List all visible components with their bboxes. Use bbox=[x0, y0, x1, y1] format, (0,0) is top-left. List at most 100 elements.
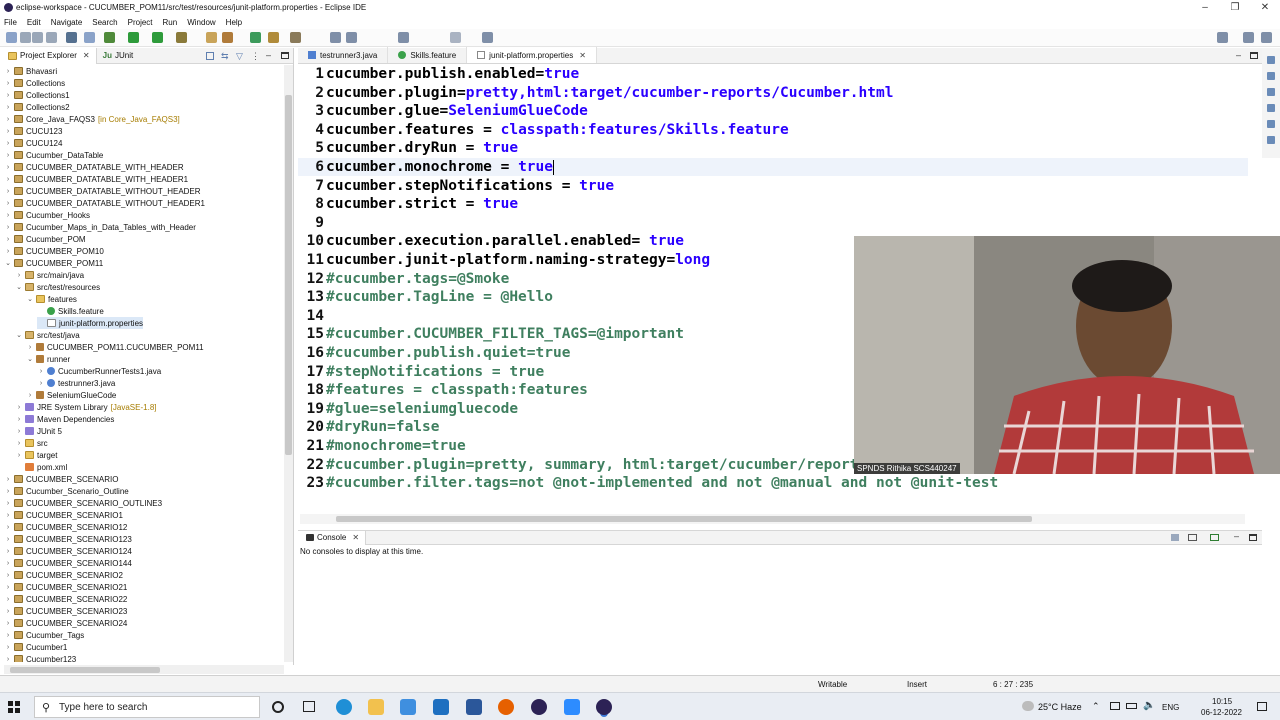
editor-tab[interactable]: testrunner3.java bbox=[298, 47, 389, 63]
editor-tab[interactable]: Skills.feature bbox=[388, 47, 468, 63]
declaration-icon[interactable] bbox=[1267, 120, 1275, 128]
run-icon[interactable] bbox=[128, 32, 139, 43]
debug-icon[interactable] bbox=[104, 32, 115, 43]
collapsed-arrow-icon[interactable]: › bbox=[4, 116, 12, 123]
code-line[interactable]: 3 cucumber.glue=SeleniumGlueCode bbox=[298, 102, 1248, 120]
collapsed-arrow-icon[interactable]: › bbox=[4, 248, 12, 255]
minimize-view-icon[interactable]: – bbox=[266, 50, 271, 60]
tree-item[interactable]: ⌄ src/test/resources bbox=[15, 281, 100, 293]
perspective-icon[interactable] bbox=[1243, 32, 1254, 43]
eclipse-taskbar-icon[interactable] bbox=[531, 699, 547, 715]
close-icon[interactable]: ✕ bbox=[579, 51, 586, 60]
clock-date[interactable]: 06-12-2022 bbox=[1201, 708, 1242, 717]
tree-item[interactable]: › CUCUMBER_SCENARIO123 bbox=[4, 533, 132, 545]
collapsed-arrow-icon[interactable]: › bbox=[4, 92, 12, 99]
tab-junit[interactable]: Ju JUnit bbox=[97, 48, 140, 64]
tree-item[interactable]: › src/main/java bbox=[15, 269, 84, 281]
tree-item[interactable]: › Cucumber_POM bbox=[4, 233, 86, 245]
code-line[interactable]: 4 cucumber.features = classpath:features/… bbox=[298, 121, 1248, 139]
collapsed-arrow-icon[interactable]: › bbox=[4, 620, 12, 627]
scrollbar-thumb[interactable] bbox=[285, 95, 292, 455]
tree-item[interactable]: › CUCUMBER_SCENARIO21 bbox=[4, 581, 128, 593]
tree-item[interactable]: › testrunner3.java bbox=[37, 377, 116, 389]
collapsed-arrow-icon[interactable]: › bbox=[37, 368, 45, 375]
tree-item[interactable]: › CUCUMBER_SCENARIO_OUTLINE3 bbox=[4, 497, 162, 509]
tree-item[interactable]: ⌄ runner bbox=[26, 353, 70, 365]
tree-item[interactable]: › CUCUMBER_DATATABLE_WITH_HEADER bbox=[4, 161, 184, 173]
back-icon[interactable] bbox=[398, 32, 409, 43]
terminal-icon[interactable] bbox=[66, 32, 77, 43]
edge-icon[interactable] bbox=[336, 699, 352, 715]
collapsed-arrow-icon[interactable]: › bbox=[4, 632, 12, 639]
close-icon[interactable]: ✕ bbox=[83, 51, 90, 60]
project-tree-horizontal-scrollbar[interactable] bbox=[4, 665, 284, 674]
tree-item[interactable]: › Core_Java_FAQS3 [in Core_Java_FAQS3] bbox=[4, 113, 180, 125]
task-view-icon[interactable] bbox=[303, 701, 315, 712]
tree-item[interactable]: › JRE System Library [JavaSE-1.8] bbox=[15, 401, 157, 413]
collapsed-arrow-icon[interactable]: › bbox=[15, 440, 23, 447]
menu-item-project[interactable]: Project bbox=[128, 18, 153, 27]
tree-item[interactable]: ⌄ src/test/java bbox=[15, 329, 80, 341]
menu-item-edit[interactable]: Edit bbox=[27, 18, 41, 27]
new-class-icon[interactable] bbox=[250, 32, 261, 43]
volume-icon[interactable]: 🔈 bbox=[1143, 700, 1155, 711]
tree-item[interactable]: › Maven Dependencies bbox=[15, 413, 115, 425]
cortana-icon[interactable] bbox=[272, 701, 284, 713]
tree-item[interactable]: › CUCUMBER_SCENARIO23 bbox=[4, 605, 128, 617]
word-icon[interactable] bbox=[466, 699, 482, 715]
editor-tab[interactable]: junit-platform.properties ✕ bbox=[467, 47, 597, 63]
collapsed-arrow-icon[interactable]: › bbox=[4, 584, 12, 591]
javadoc-icon[interactable] bbox=[1267, 104, 1275, 112]
code-line[interactable]: 23 #cucumber.filter.tags=not @not-impleme… bbox=[298, 474, 1248, 492]
weather-icon[interactable] bbox=[1022, 701, 1034, 711]
menu-item-file[interactable]: File bbox=[4, 18, 17, 27]
save-icon[interactable] bbox=[20, 32, 31, 43]
tray-chevron-icon[interactable]: ⌃ bbox=[1092, 701, 1100, 712]
pin-console-icon[interactable] bbox=[1171, 534, 1179, 541]
close-icon[interactable]: ✕ bbox=[352, 533, 359, 542]
collapsed-arrow-icon[interactable]: › bbox=[15, 404, 23, 411]
tree-item[interactable]: › Cucumber_Scenario_Outline bbox=[4, 485, 129, 497]
quick-access-search-icon[interactable] bbox=[1217, 32, 1228, 43]
menu-item-search[interactable]: Search bbox=[92, 18, 117, 27]
display-console-icon[interactable] bbox=[1188, 534, 1197, 541]
editor-horizontal-scrollbar[interactable] bbox=[300, 514, 1245, 524]
battery-icon[interactable] bbox=[1126, 703, 1137, 709]
tree-item[interactable]: › JUnit 5 bbox=[15, 425, 62, 437]
menu-item-navigate[interactable]: Navigate bbox=[51, 18, 83, 27]
coverage-icon[interactable] bbox=[152, 32, 163, 43]
view-menu-icon[interactable]: ⋮ bbox=[251, 51, 260, 62]
java-perspective-icon[interactable] bbox=[1261, 32, 1272, 43]
scrollbar-thumb[interactable] bbox=[10, 667, 160, 673]
code-line[interactable]: 5 cucumber.dryRun = true bbox=[298, 139, 1248, 157]
minimize-button[interactable]: – bbox=[1190, 0, 1220, 15]
tree-item[interactable]: › CUCUMBER_SCENARIO1 bbox=[4, 509, 123, 521]
code-line[interactable]: 2 cucumber.plugin=pretty,html:target/cucu… bbox=[298, 84, 1248, 102]
firefox-icon[interactable] bbox=[498, 699, 514, 715]
collapsed-arrow-icon[interactable]: › bbox=[15, 428, 23, 435]
collapsed-arrow-icon[interactable]: › bbox=[4, 236, 12, 243]
menu-item-help[interactable]: Help bbox=[226, 18, 242, 27]
status-insert-mode[interactable]: Insert bbox=[907, 680, 927, 689]
maximize-view-icon[interactable] bbox=[1249, 534, 1257, 541]
collapsed-arrow-icon[interactable]: › bbox=[4, 152, 12, 159]
tree-item[interactable]: › Cucumber_DataTable bbox=[4, 149, 104, 161]
collapsed-arrow-icon[interactable]: › bbox=[4, 128, 12, 135]
tree-item[interactable]: › Bhavasri bbox=[4, 65, 57, 77]
project-tree-vertical-scrollbar[interactable] bbox=[284, 65, 293, 662]
tree-item[interactable]: › CUCUMBER_DATATABLE_WITHOUT_HEADER1 bbox=[4, 197, 205, 209]
code-line[interactable]: 8 cucumber.strict = true bbox=[298, 195, 1248, 213]
code-line[interactable]: 6 cucumber.monochrome = true bbox=[298, 158, 1248, 176]
tree-item[interactable]: › src bbox=[15, 437, 48, 449]
collapsed-arrow-icon[interactable]: › bbox=[4, 608, 12, 615]
collapsed-arrow-icon[interactable]: › bbox=[4, 488, 12, 495]
collapsed-arrow-icon[interactable]: › bbox=[4, 80, 12, 87]
tree-item[interactable]: › CUCUMBER_SCENARIO24 bbox=[4, 617, 128, 629]
outline-icon[interactable] bbox=[1267, 56, 1275, 64]
task-list-icon[interactable] bbox=[1267, 72, 1275, 80]
collapsed-arrow-icon[interactable]: › bbox=[37, 380, 45, 387]
collapsed-arrow-icon[interactable]: › bbox=[4, 596, 12, 603]
annotation-prev-icon[interactable] bbox=[346, 32, 357, 43]
code-line[interactable]: 7 cucumber.stepNotifications = true bbox=[298, 177, 1248, 195]
print-icon[interactable] bbox=[46, 32, 57, 43]
